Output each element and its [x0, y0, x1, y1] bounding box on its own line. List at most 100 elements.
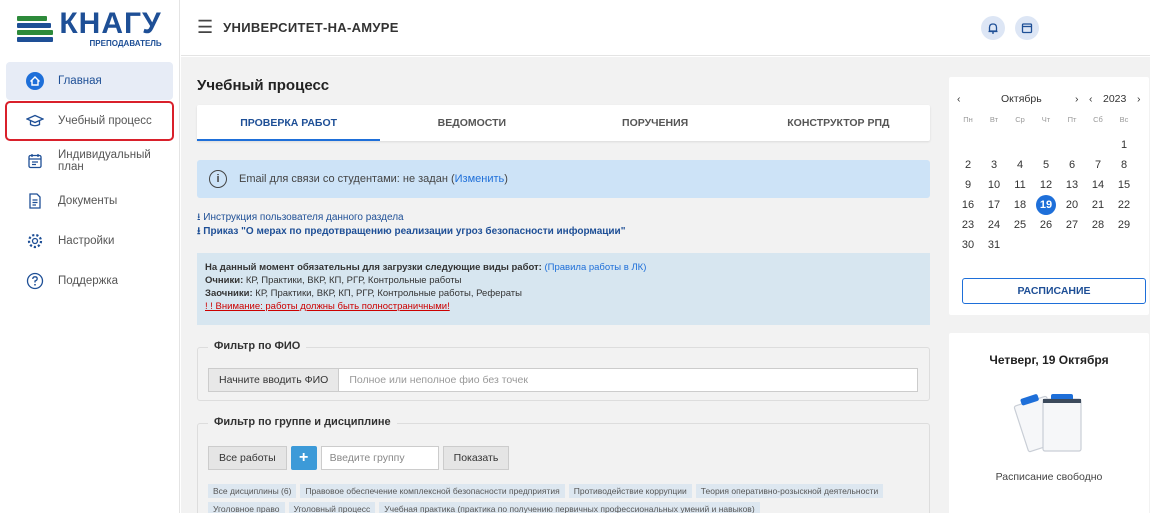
- discipline-chip[interactable]: Уголовный процесс: [288, 502, 376, 513]
- discipline-chip[interactable]: Уголовное право: [208, 502, 285, 513]
- calendar-blank: [1007, 135, 1033, 155]
- clipboard-illustration-icon: [1013, 394, 1082, 453]
- group-input[interactable]: Введите группу: [320, 446, 439, 470]
- calendar-day[interactable]: 11: [1007, 175, 1033, 195]
- prev-month-button[interactable]: ‹: [957, 93, 961, 105]
- app-logo[interactable]: КНАГУ ПРЕПОДАВАТЕЛЬ: [0, 0, 179, 56]
- group-filter-legend: Фильтр по группе и дисциплине: [208, 416, 397, 428]
- sidebar-item-individual-plan[interactable]: Индивидуальный план: [6, 142, 173, 180]
- sidebar-item-label: Главная: [58, 75, 102, 87]
- sidebar-item-label: Поддержка: [58, 275, 118, 287]
- logo-title: КНАГУ: [59, 6, 162, 40]
- calendar-button[interactable]: [1015, 16, 1039, 40]
- calendar-day[interactable]: 6: [1059, 155, 1085, 175]
- calendar-day[interactable]: 18: [1007, 195, 1033, 215]
- all-works-button[interactable]: Все работы: [208, 446, 287, 470]
- calendar-day[interactable]: 26: [1033, 215, 1059, 235]
- calendar-day[interactable]: 23: [955, 215, 981, 235]
- show-button[interactable]: Показать: [442, 446, 510, 470]
- month-label: Октябрь: [1001, 93, 1042, 105]
- calendar-day[interactable]: 12: [1033, 175, 1059, 195]
- calendar-day[interactable]: 29: [1111, 215, 1137, 235]
- calendar-day[interactable]: 31: [981, 235, 1007, 255]
- tabs-bar: ПРОВЕРКА РАБОТ ВЕДОМОСТИ ПОРУЧЕНИЯ КОНСТ…: [197, 105, 930, 141]
- calendar-day[interactable]: 30: [955, 235, 981, 255]
- logo-subtitle: ПРЕПОДАВАТЕЛЬ: [89, 38, 162, 48]
- help-icon: [26, 272, 44, 290]
- calendar-day[interactable]: 16: [955, 195, 981, 215]
- tab-statements[interactable]: ВЕДОМОСТИ: [380, 105, 563, 141]
- calendar-day[interactable]: 7: [1085, 155, 1111, 175]
- sidebar-item-home[interactable]: Главная: [6, 62, 173, 100]
- security-order-link-text: Приказ "О мерах по предотвращению реализ…: [203, 226, 626, 237]
- change-email-link[interactable]: Изменить: [455, 173, 505, 185]
- calendar-day[interactable]: 1: [1111, 135, 1137, 155]
- tab-check-works[interactable]: ПРОВЕРКА РАБОТ: [197, 105, 381, 141]
- full-time-label: Очники:: [205, 275, 244, 286]
- notifications-button[interactable]: [981, 16, 1005, 40]
- menu-icon[interactable]: ☰: [197, 17, 213, 38]
- add-group-button[interactable]: +: [290, 446, 317, 470]
- calendar-day[interactable]: 21: [1085, 195, 1111, 215]
- discipline-chip[interactable]: Все дисциплины (6): [208, 484, 297, 498]
- weekday-label: Пт: [1067, 115, 1077, 124]
- rules-link[interactable]: (Правила работы в ЛК): [544, 262, 646, 273]
- calendar-day[interactable]: 4: [1007, 155, 1033, 175]
- calendar-day[interactable]: 14: [1085, 175, 1111, 195]
- discipline-chip[interactable]: Учебная практика (практика по получению …: [379, 502, 760, 513]
- calendar-day[interactable]: 13: [1059, 175, 1085, 195]
- sidebar-item-support[interactable]: Поддержка: [6, 262, 173, 300]
- calendar-day[interactable]: 9: [955, 175, 981, 195]
- calendar-day[interactable]: 24: [981, 215, 1007, 235]
- security-order-link[interactable]: ⭳ Приказ "О мерах по предотвращению реал…: [197, 225, 625, 239]
- calendar-day[interactable]: 22: [1111, 195, 1137, 215]
- attention-warning[interactable]: ! ! Внимание: работы должны быть полност…: [205, 300, 922, 313]
- calendar-day[interactable]: 3: [981, 155, 1007, 175]
- page-title: Учебный процесс: [197, 77, 330, 94]
- next-year-button[interactable]: ›: [1137, 93, 1141, 105]
- fio-filter: Фильтр по ФИО Начните вводить ФИО Полное…: [197, 340, 930, 401]
- prev-year-button[interactable]: ‹: [1089, 93, 1093, 105]
- sidebar-item-settings[interactable]: Настройки: [6, 222, 173, 260]
- discipline-chip[interactable]: Правовое обеспечение комплексной безопас…: [300, 484, 565, 498]
- rules-heading: На данный момент обязательны для загрузк…: [205, 262, 542, 273]
- tab-rpd-constructor[interactable]: КОНСТРУКТОР РПД: [747, 105, 930, 141]
- home-icon: [26, 72, 44, 90]
- calendar-day[interactable]: 28: [1085, 215, 1111, 235]
- graduation-cap-icon: [26, 112, 44, 130]
- tab-assignments[interactable]: ПОРУЧЕНИЯ: [564, 105, 747, 141]
- sidebar-item-study-process[interactable]: Учебный процесс: [5, 101, 174, 141]
- calendar-day[interactable]: 8: [1111, 155, 1137, 175]
- calendar-day[interactable]: 5: [1033, 155, 1059, 175]
- schedule-button[interactable]: РАСПИСАНИЕ: [962, 278, 1146, 304]
- email-info-alert: i Email для связи со студентами: не зада…: [197, 160, 930, 198]
- user-guide-link[interactable]: ⭳ Инструкция пользователя данного раздел…: [197, 211, 625, 225]
- selected-day-title: Четверг, 19 Октября: [989, 353, 1109, 367]
- sidebar-nav: Главная Учебный процесс Индивидуальный п…: [0, 62, 179, 300]
- sidebar-item-label: Учебный процесс: [58, 115, 152, 127]
- sidebar-item-documents[interactable]: Документы: [6, 182, 173, 220]
- gear-icon: [26, 232, 44, 250]
- calendar-day[interactable]: 20: [1059, 195, 1085, 215]
- discipline-chip[interactable]: Противодействие коррупции: [568, 484, 692, 498]
- discipline-chip[interactable]: Теория оперативно-розыскной деятельности: [695, 484, 884, 498]
- sidebar-item-label: Документы: [58, 195, 118, 207]
- next-month-button[interactable]: ›: [1075, 93, 1079, 105]
- part-time-works: КР, Практики, ВКР, КП, РГР, Контрольные …: [252, 288, 522, 299]
- calendar-day[interactable]: 27: [1059, 215, 1085, 235]
- calendar-day[interactable]: 25: [1007, 215, 1033, 235]
- calendar-day[interactable]: 17: [981, 195, 1007, 215]
- calendar-days: 1 2 3 4 5 6 7 8 9 10 11 12 13 14 15 16 17 18 19 20 21 22 23 24 2…: [955, 135, 1137, 255]
- calendar-day[interactable]: 15: [1111, 175, 1137, 195]
- fio-input-label: Начните вводить ФИО: [209, 369, 340, 391]
- calendar-blank: [981, 135, 1007, 155]
- weekday-label: Ср: [1015, 115, 1025, 124]
- calendar-blank: [1059, 135, 1085, 155]
- calendar-blank: [1085, 135, 1111, 155]
- weekday-label: Вс: [1119, 115, 1129, 124]
- document-links: ⭳ Инструкция пользователя данного раздел…: [197, 211, 625, 239]
- calendar-day[interactable]: 10: [981, 175, 1007, 195]
- calendar-day[interactable]: 2: [955, 155, 981, 175]
- calendar-day-today[interactable]: 19: [1036, 195, 1056, 215]
- fio-search-input[interactable]: Полное или неполное фио без точек: [339, 369, 917, 391]
